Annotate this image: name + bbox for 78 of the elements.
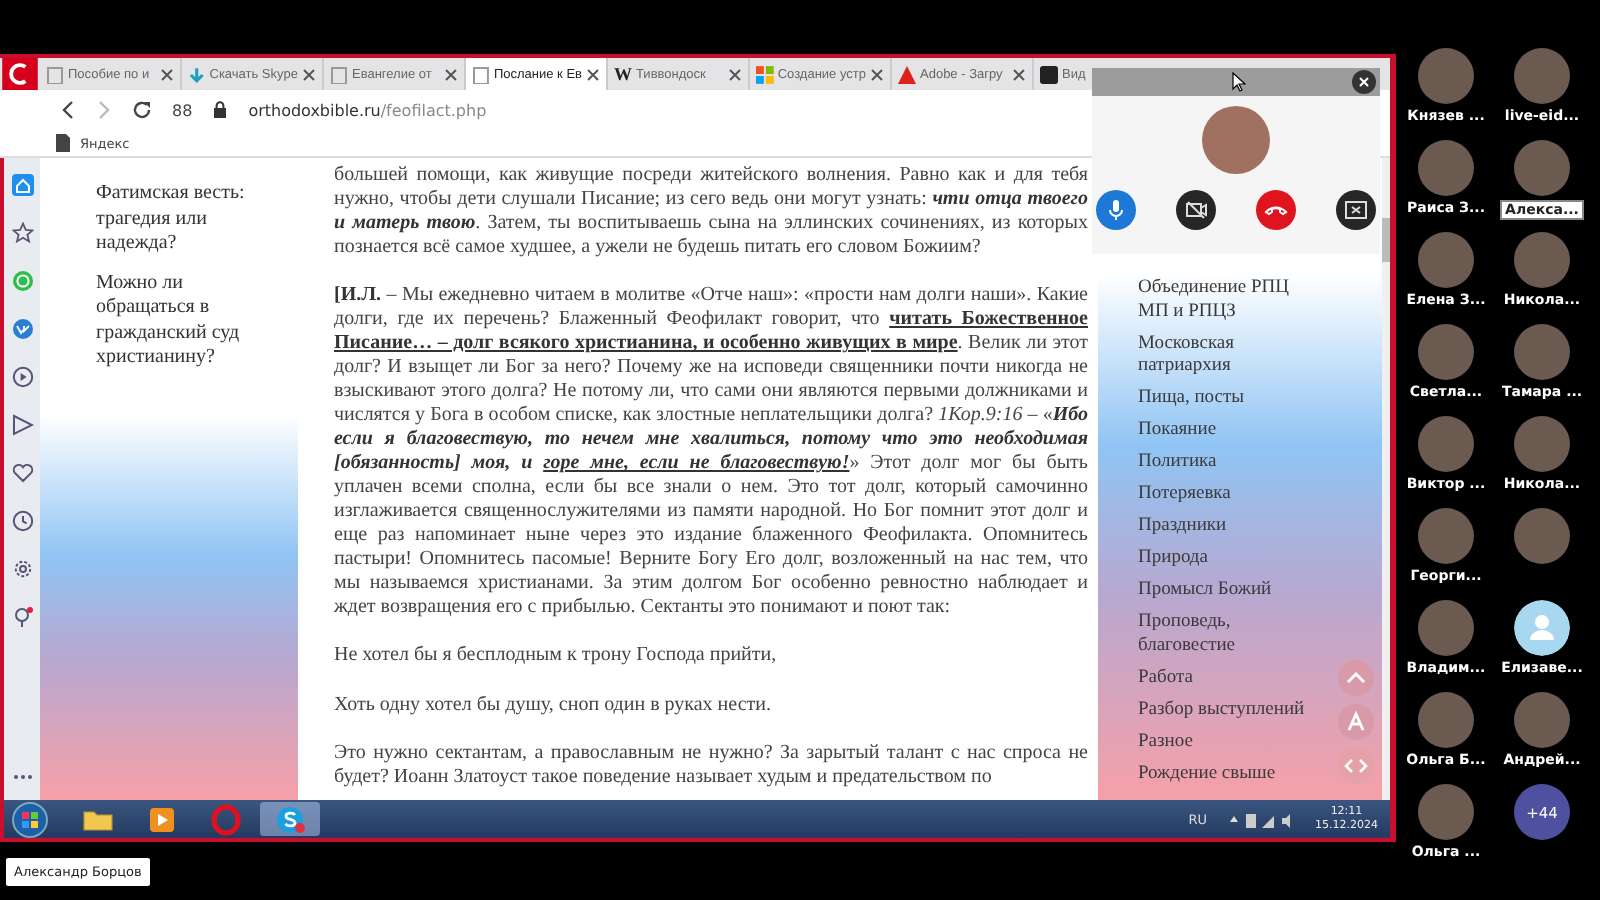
close-icon[interactable] <box>870 67 884 81</box>
avatar-placeholder[interactable] <box>1418 600 1474 656</box>
sidebar-link[interactable]: Работа <box>1138 667 1306 690</box>
close-icon[interactable] <box>586 67 600 81</box>
avatar-placeholder[interactable] <box>1514 140 1570 196</box>
avatar-placeholder[interactable] <box>1418 416 1474 472</box>
sidebar-link[interactable]: Рождение свыше <box>1138 763 1306 786</box>
send-icon[interactable] <box>11 414 33 436</box>
tray-icons[interactable] <box>1227 809 1295 829</box>
browser-logo-icon[interactable] <box>0 58 40 90</box>
play-icon[interactable] <box>11 366 33 388</box>
close-icon[interactable] <box>1352 70 1376 94</box>
sidebar-link[interactable]: Проповедь, благовестие <box>1138 612 1306 658</box>
lock-icon[interactable] <box>212 100 229 120</box>
tab-favicon-icon <box>1040 65 1058 83</box>
skype-taskbar-button[interactable] <box>260 802 320 836</box>
settings-icon[interactable] <box>11 558 33 580</box>
avatar-placeholder[interactable] <box>1514 508 1570 564</box>
scrollbar[interactable] <box>1382 158 1390 800</box>
document-icon[interactable] <box>56 134 70 152</box>
start-button[interactable] <box>12 801 48 837</box>
close-icon[interactable] <box>302 67 316 81</box>
sidebar-link[interactable]: Потеряевка <box>1138 484 1306 507</box>
home-icon[interactable] <box>11 174 33 196</box>
hang-up-button[interactable] <box>1256 190 1296 230</box>
sidebar-link[interactable]: Покаяние <box>1138 420 1306 443</box>
sidebar-link[interactable]: Пища, посты <box>1138 388 1306 411</box>
clock-icon[interactable] <box>11 510 33 532</box>
avatar-placeholder[interactable] <box>1418 232 1474 288</box>
sidebar-link[interactable]: Московская патриархия <box>1138 333 1306 379</box>
sidebar-link[interactable]: Объединение РПЦ МП и РПЦЗ <box>1138 278 1306 324</box>
sidebar-link[interactable]: Политика <box>1138 452 1306 475</box>
sidebar-link[interactable]: Можно ли обращаться в гражданский суд христианину? <box>96 271 276 371</box>
avatar-placeholder[interactable] <box>1418 692 1474 748</box>
article-paragraph: [И.Л. – Мы ежедневно читаем в молитве «Отче наш»: «прости нам долги наши». Какие долги, где их перечень? Блаженный Феофилакт говорит, что читать Божественное Писание… – долг всякого христианина, и особенно живущих в мире. Велик ли этот долг? И взыщет ли Бог за него? Почему же на исповеди священники почти никогда не взыскивают этого долга? Не потому ли, что сами они являются первыми должниками и числятся у Бога в особом списке, как злостные неплательщики долга? 1Кор.9:16 – «Ибо если я благовествую, то нечем мне хвалиться, потому что это необходимая [обязанность] моя, и горе мне, если не благовествую!» Этот долг мог бы быть уплачен всеми сполна, если бы все знали о нем. Это тот долг, который самочинно изглаживается священнослужителями из памяти народной. Но Бог помнит этот долг и еще раз напоминает ныне через это издание блаженного Феофилакта. Опомнитесь пастыри! Опомнитесь пасомые! Верните Богу Его долг, возложенный на нас тем, что мы называемся христианами. За этим долгом Бог особенно ревностно наблюдает и ждет возвращения его с прибылью. Сектанты это понимают и поют так: <box>334 284 1088 621</box>
back-icon[interactable] <box>60 100 76 120</box>
avatar-placeholder[interactable] <box>1418 140 1474 196</box>
star-icon[interactable] <box>11 222 33 244</box>
avatar-placeholder[interactable] <box>1418 324 1474 380</box>
sidebar-link[interactable]: Промысл Божий <box>1138 580 1306 603</box>
stop-sharing-button[interactable] <box>1336 190 1376 230</box>
tab-favicon-icon <box>46 65 64 83</box>
tab-favicon-icon <box>472 65 490 83</box>
user-silhouette-icon[interactable] <box>1514 600 1570 656</box>
close-icon[interactable] <box>444 67 458 81</box>
cursor-icon[interactable] <box>1232 72 1246 92</box>
tab-favicon-icon <box>898 65 916 83</box>
close-icon[interactable] <box>1012 67 1026 81</box>
avatar-placeholder[interactable] <box>1514 692 1570 748</box>
avatar-placeholder[interactable] <box>1514 324 1570 380</box>
sidebar-link[interactable]: Разное <box>1138 731 1306 754</box>
sidebar-link[interactable]: Разбор выступлений <box>1138 699 1306 722</box>
tab-favicon-icon <box>330 65 348 83</box>
sidebar-link[interactable]: Природа <box>1138 548 1306 571</box>
article-paragraph: Хоть одну хотел бы душу, сноп один в руках нести. <box>334 693 774 718</box>
address-field[interactable]: orthodoxbible.ru/feofilact.php <box>248 101 487 119</box>
camera-off-button[interactable] <box>1176 190 1216 230</box>
microphone-button[interactable] <box>1096 190 1136 230</box>
bulb-icon[interactable] <box>11 606 33 628</box>
sidebar-link[interactable]: Праздники <box>1138 516 1306 539</box>
heart-icon[interactable] <box>11 462 33 484</box>
avatar-placeholder[interactable] <box>1418 48 1474 104</box>
article-paragraph: Не хотел бы я бесплодным к трону Господа прийти, <box>334 644 779 669</box>
close-icon[interactable] <box>160 67 174 81</box>
article-paragraph: большей помощи, как живущие посреди житейского волнения. Равно как и для тебя нужно, чтобы дети слушали Писание; из сего ведь они могут узнать: чти отца твоего и матерь твою. Затем, ты воспитываешь сына на эллинских сочинениях, из которых познается всё самое худшее, а ужели не будешь питать его словом Божиим? <box>334 164 1088 260</box>
article-paragraph: Это нужно сектантам, а православным не нужно? За зарытый талант с нас спроса не будет? Иоанн Златоуст такое поведение называет худым и предательством по <box>334 741 1088 790</box>
reload-icon[interactable] <box>132 100 152 120</box>
sidebar-link[interactable]: Фатимская весть: трагедия или надежда? <box>96 182 276 257</box>
avatar-placeholder[interactable] <box>1514 48 1570 104</box>
tab-favicon-icon <box>188 65 206 83</box>
speed-dial-button[interactable]: 88 <box>172 101 193 119</box>
avatar-placeholder[interactable] <box>1514 232 1570 288</box>
avatar-placeholder[interactable] <box>1418 784 1474 840</box>
tab-favicon-icon <box>756 65 774 83</box>
avatar-placeholder <box>1202 106 1270 174</box>
avatar-placeholder[interactable] <box>1514 416 1570 472</box>
close-icon[interactable] <box>728 67 742 81</box>
avatar-placeholder[interactable] <box>1418 508 1474 564</box>
